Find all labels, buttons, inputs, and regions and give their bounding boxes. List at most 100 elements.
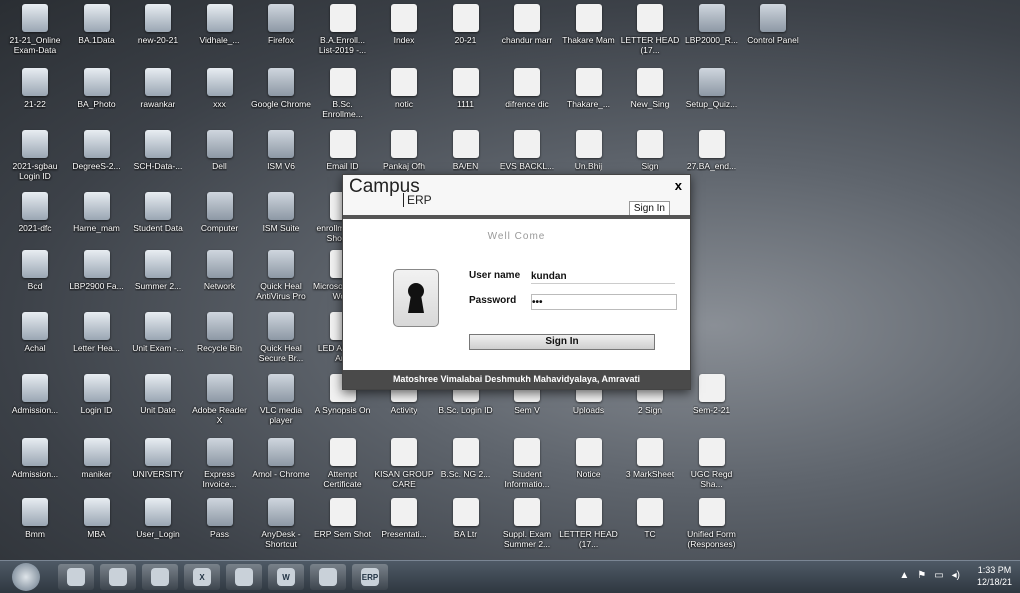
desktop-icon[interactable]: Unit Exam -...: [127, 312, 189, 353]
desktop-icon[interactable]: Adobe Reader X: [189, 374, 251, 425]
desktop-icon[interactable]: 2021-dfc: [4, 192, 66, 233]
folder-icon: [83, 130, 110, 158]
desktop-icon[interactable]: difrence dic: [496, 68, 558, 109]
desktop-icon[interactable]: B.A.Enroll... List-2019 -...: [312, 4, 374, 55]
taskbar-erp-button[interactable]: ERP: [352, 564, 388, 590]
desktop-icon[interactable]: Letter Hea...: [66, 312, 128, 353]
desktop-icon[interactable]: Vidhale_...: [189, 4, 251, 45]
desktop-icon[interactable]: LETTER HEAD (17...: [619, 4, 681, 55]
start-button[interactable]: [12, 563, 40, 591]
clock[interactable]: 1:33 PM 12/18/21: [977, 564, 1012, 588]
desktop-icon[interactable]: Notice: [558, 438, 620, 479]
desktop-icon[interactable]: AnyDesk - Shortcut: [250, 498, 312, 549]
desktop-icon[interactable]: B.Sc. Enrollme...: [312, 68, 374, 119]
desktop-icon[interactable]: rawankar: [127, 68, 189, 109]
desktop-icon[interactable]: 20-21: [435, 4, 497, 45]
desktop-icon[interactable]: SCH-Data-...: [127, 130, 189, 171]
desktop-icon[interactable]: KISAN GROUP CARE: [373, 438, 435, 489]
desktop-icon[interactable]: Admission...: [4, 438, 66, 479]
desktop-icon[interactable]: 2021-sgbau Login ID: [4, 130, 66, 181]
username-input[interactable]: [531, 269, 675, 284]
desktop-icon[interactable]: 21-21_Online Exam-Data: [4, 4, 66, 55]
desktop-icon[interactable]: Suppl. Exam Summer 2...: [496, 498, 558, 549]
desktop-icon[interactable]: TC: [619, 498, 681, 539]
taskbar-word-button[interactable]: W: [268, 564, 304, 590]
desktop-icon[interactable]: Thakare Mam: [558, 4, 620, 45]
desktop-icon[interactable]: UNIVERSITY: [127, 438, 189, 479]
desktop-icon[interactable]: ISM Suite: [250, 192, 312, 233]
desktop-icon[interactable]: ERP Sem Shot: [312, 498, 374, 539]
desktop-icon[interactable]: ISM V6: [250, 130, 312, 171]
desktop-icon[interactable]: Bmm: [4, 498, 66, 539]
desktop-icon[interactable]: 3 MarkSheet: [619, 438, 681, 479]
desktop-icon[interactable]: Un.Bhij: [558, 130, 620, 171]
desktop-icon[interactable]: Computer: [189, 192, 251, 233]
desktop-icon[interactable]: Email ID: [312, 130, 374, 171]
desktop-icon[interactable]: Network: [189, 250, 251, 291]
desktop-icon[interactable]: maniker: [66, 438, 128, 479]
desktop-icon[interactable]: Recycle Bin: [189, 312, 251, 353]
desktop-icon[interactable]: VLC media player: [250, 374, 312, 425]
desktop-icon[interactable]: new-20-21: [127, 4, 189, 45]
desktop-icon[interactable]: 27.BA_end...: [681, 130, 743, 171]
desktop-icon[interactable]: B.Sc. NG 2...: [435, 438, 497, 479]
desktop-icon[interactable]: Student Data: [127, 192, 189, 233]
desktop-icon[interactable]: Summer 2...: [127, 250, 189, 291]
desktop-icon[interactable]: EVS BACKL...: [496, 130, 558, 171]
desktop-icon[interactable]: Admission...: [4, 374, 66, 415]
desktop-icon[interactable]: 21-22: [4, 68, 66, 109]
desktop-icon[interactable]: Quick Heal AntiVirus Pro: [250, 250, 312, 301]
desktop-icon[interactable]: LBP2900 Fa...: [66, 250, 128, 291]
desktop-icon[interactable]: Harne_mam: [66, 192, 128, 233]
desktop-icon[interactable]: Setup_Quiz...: [681, 68, 743, 109]
desktop-icon[interactable]: Sign: [619, 130, 681, 171]
signin-button[interactable]: Sign In: [469, 334, 655, 350]
desktop-icon[interactable]: DegreeS-2...: [66, 130, 128, 171]
taskbar-ie-button[interactable]: [58, 564, 94, 590]
tray-icon[interactable]: ◂): [952, 570, 960, 581]
desktop-icon[interactable]: Index: [373, 4, 435, 45]
desktop-icon[interactable]: BA Ltr: [435, 498, 497, 539]
desktop-icon[interactable]: BA/EN: [435, 130, 497, 171]
desktop-icon[interactable]: 1111: [435, 68, 497, 109]
taskbar-media-button[interactable]: [142, 564, 178, 590]
desktop-icon[interactable]: LBP2000_R...: [681, 4, 743, 45]
desktop-icon[interactable]: Amol - Chrome: [250, 438, 312, 479]
desktop-icon[interactable]: Firefox: [250, 4, 312, 45]
desktop-icon[interactable]: User_Login: [127, 498, 189, 539]
desktop-icon[interactable]: LETTER HEAD (17...: [558, 498, 620, 549]
desktop-icon[interactable]: xxx: [189, 68, 251, 109]
tray-icon[interactable]: ▲: [899, 570, 909, 581]
desktop-icon[interactable]: Bcd: [4, 250, 66, 291]
taskbar-paint-button[interactable]: [310, 564, 346, 590]
desktop-icon[interactable]: Achal: [4, 312, 66, 353]
desktop-icon[interactable]: Google Chrome: [250, 68, 312, 109]
close-button[interactable]: x: [675, 178, 682, 193]
desktop-icon[interactable]: Quick Heal Secure Br...: [250, 312, 312, 363]
desktop-icon[interactable]: Pankaj Ofh: [373, 130, 435, 171]
password-input[interactable]: [531, 294, 677, 310]
desktop-icon[interactable]: Login ID: [66, 374, 128, 415]
desktop-icon[interactable]: Unified Form (Responses): [681, 498, 743, 549]
taskbar-excel-button[interactable]: X: [184, 564, 220, 590]
desktop-icon[interactable]: Thakare_...: [558, 68, 620, 109]
desktop-icon[interactable]: BA.1Data: [66, 4, 128, 45]
desktop-icon[interactable]: chandur marr: [496, 4, 558, 45]
desktop-icon[interactable]: Dell: [189, 130, 251, 171]
tray-icon[interactable]: ⚑: [917, 570, 926, 581]
desktop-icon[interactable]: Unit Date: [127, 374, 189, 415]
desktop-icon[interactable]: BA_Photo: [66, 68, 128, 109]
tray-icon[interactable]: ▭: [934, 570, 943, 581]
desktop-icon[interactable]: Pass: [189, 498, 251, 539]
desktop-icon[interactable]: Express Invoice...: [189, 438, 251, 489]
desktop-icon[interactable]: New_Sing: [619, 68, 681, 109]
desktop-icon[interactable]: Presentati...: [373, 498, 435, 539]
desktop-icon[interactable]: UGC Regd Sha...: [681, 438, 743, 489]
desktop-icon[interactable]: Student Informatio...: [496, 438, 558, 489]
desktop-icon[interactable]: MBA: [66, 498, 128, 539]
taskbar-explorer-button[interactable]: [100, 564, 136, 590]
taskbar-chrome-button[interactable]: [226, 564, 262, 590]
desktop-icon[interactable]: Control Panel: [742, 4, 804, 45]
desktop-icon[interactable]: notic: [373, 68, 435, 109]
desktop-icon[interactable]: Attempt Certificate: [312, 438, 374, 489]
